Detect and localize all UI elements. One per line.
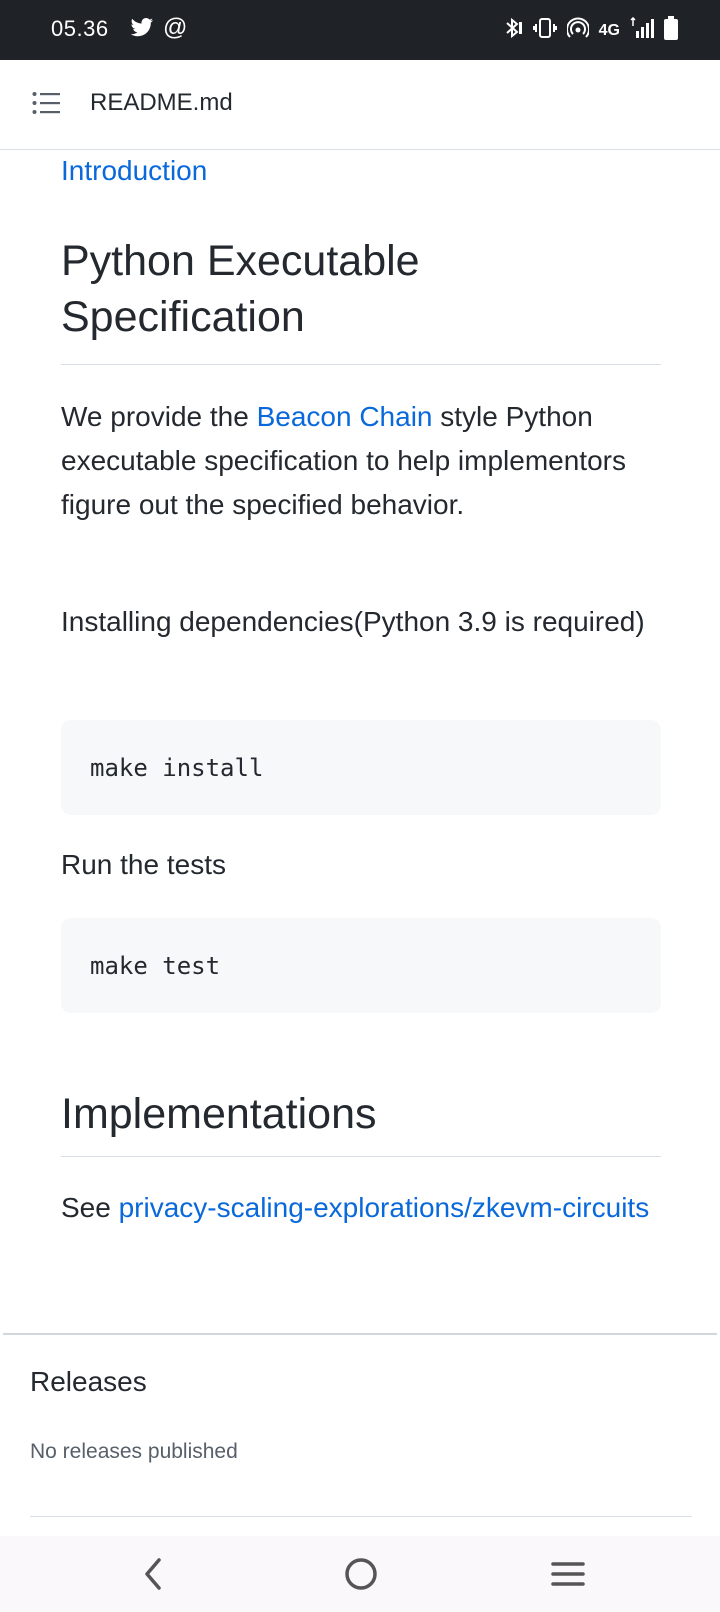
introduction-link[interactable]: Introduction (61, 155, 207, 187)
heading-divider (61, 1156, 661, 1157)
battery-icon (664, 16, 678, 45)
hotspot-icon (565, 17, 590, 44)
vibrate-icon (532, 17, 557, 44)
code-install: make install (90, 753, 264, 782)
twitter-icon (130, 18, 154, 43)
at-icon: @ (163, 14, 188, 41)
file-name: README.md (90, 89, 233, 116)
list-icon[interactable] (32, 91, 60, 117)
beacon-chain-link[interactable]: Beacon Chain (257, 401, 433, 432)
status-bar: 05.36 @ 4G (0, 0, 720, 60)
recents-icon[interactable] (551, 1556, 585, 1597)
signal-icon (630, 16, 654, 44)
code-test: make test (90, 951, 221, 980)
code-block-install: make install (61, 720, 661, 815)
network-type: 4G (598, 21, 620, 39)
section-divider (30, 1516, 692, 1517)
home-icon[interactable] (343, 1556, 379, 1597)
status-indicators: 4G (503, 16, 678, 45)
releases-empty-text: No releases published (30, 1440, 238, 1463)
spec-paragraph: We provide the Beacon Chain style Python… (61, 395, 661, 527)
back-icon[interactable] (139, 1556, 167, 1597)
heading-divider (61, 364, 661, 365)
readme-card-border (3, 1333, 717, 1335)
implementations-paragraph: See privacy-scaling-explorations/zkevm-c… (61, 1186, 661, 1230)
spec-paragraph-prefix: We provide the (61, 401, 257, 432)
file-header: README.md (0, 60, 720, 150)
status-time: 05.36 (51, 16, 109, 41)
releases-title[interactable]: Releases (30, 1366, 147, 1398)
bluetooth-icon (503, 17, 523, 44)
python-spec-heading: Python Executable Specification (61, 237, 420, 341)
zkevm-circuits-link[interactable]: privacy-scaling-explorations/zkevm-circu… (119, 1192, 650, 1223)
run-tests-text: Run the tests (61, 849, 226, 880)
code-block-test: make test (61, 918, 661, 1013)
implementations-heading: Implementations (61, 1090, 377, 1138)
install-deps-text: Installing dependencies(Python 3.9 is re… (61, 606, 645, 637)
see-prefix: See (61, 1192, 119, 1223)
page: 05.36 @ 4G README.md Introduction Python… (0, 0, 720, 1612)
navigation-bar (0, 1536, 720, 1612)
